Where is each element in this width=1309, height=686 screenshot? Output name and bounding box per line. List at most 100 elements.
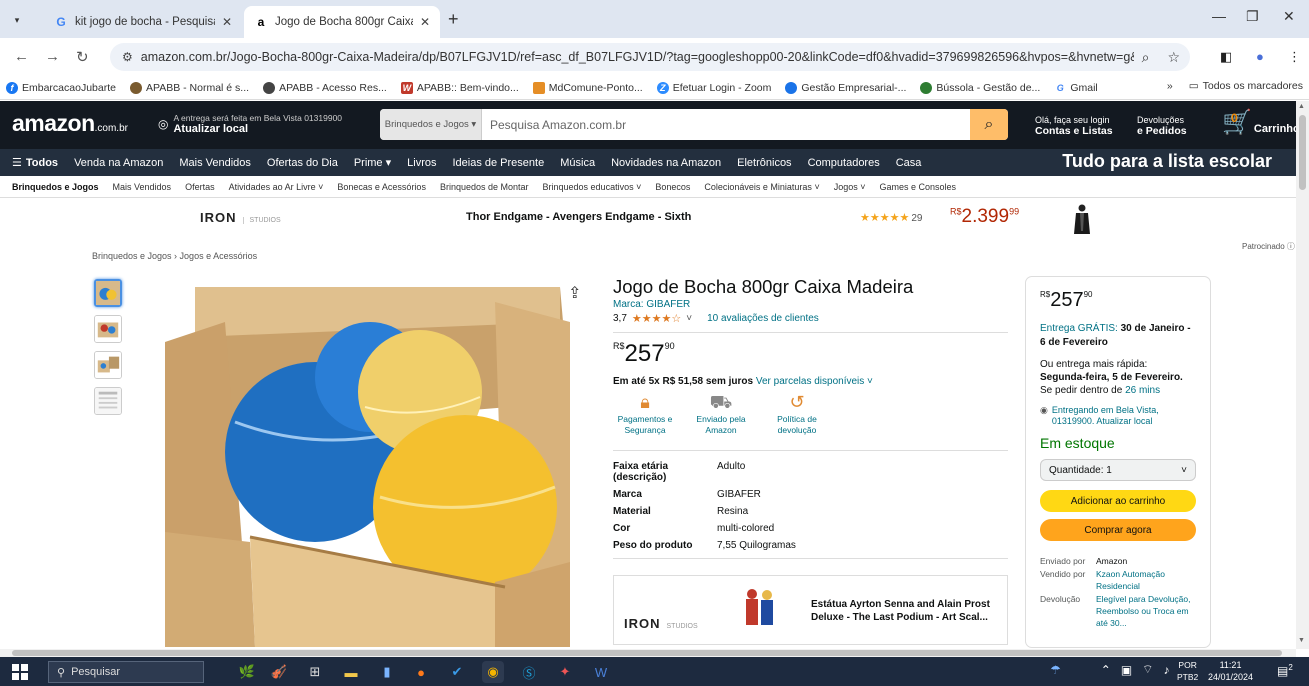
nav-item[interactable]: Mais Vendidos: [179, 157, 251, 169]
windows-start-icon[interactable]: [12, 664, 28, 680]
profile-icon[interactable]: ●: [1256, 49, 1264, 64]
url-field[interactable]: ⚙ amazon.com.br/Jogo-Bocha-800gr-Caixa-M…: [110, 43, 1190, 71]
product-main-image[interactable]: [165, 282, 575, 647]
wifi-icon[interactable]: ⌔: [1142, 662, 1153, 677]
cart-button[interactable]: 🛒 0 Carrinho: [1222, 111, 1300, 136]
chrome-icon[interactable]: ◉: [482, 661, 504, 683]
promo-banner[interactable]: Tudo para a lista escolar: [1062, 151, 1272, 172]
minimize-button[interactable]: —: [1212, 8, 1226, 24]
todo-icon[interactable]: ✔: [446, 661, 468, 683]
volume-icon[interactable]: ♪: [1163, 663, 1169, 677]
rating-stars[interactable]: ★★★★☆: [632, 312, 681, 325]
task-view-icon[interactable]: ⊞: [304, 661, 326, 683]
bookmark-item[interactable]: MdComune-Ponto...: [532, 81, 643, 94]
subnav-item-dropdown[interactable]: Brinquedos educativos ˅: [543, 182, 642, 192]
tray-chevron-icon[interactable]: ⌃: [1101, 663, 1111, 677]
side-panel-icon[interactable]: ◧: [1220, 49, 1232, 65]
scroll-up-icon[interactable]: ▲: [1298, 103, 1305, 110]
bookmark-item[interactable]: APABB - Normal é s...: [129, 81, 249, 94]
installments-link[interactable]: Ver parcelas disponíveis: [756, 376, 864, 387]
bookmark-item[interactable]: W APABB:: Bem-vindo...: [400, 81, 519, 94]
tab-amazon-product[interactable]: a Jogo de Bocha 800gr Caixa Mad ✕: [244, 6, 440, 38]
search-input[interactable]: Pesquisa Amazon.com.br: [482, 109, 970, 140]
scroll-down-icon[interactable]: ▼: [1298, 637, 1305, 644]
account-menu[interactable]: Olá, faça seu login Contas e Listas: [1035, 115, 1113, 137]
violin-widget-icon[interactable]: 🎻: [268, 661, 290, 683]
nav-item[interactable]: Livros: [407, 157, 436, 169]
bookmark-star-icon[interactable]: ☆: [1167, 49, 1180, 66]
badge-return[interactable]: ↺ Política de devolução: [765, 393, 829, 436]
thumbnail[interactable]: [94, 279, 122, 307]
plant-widget-icon[interactable]: 🌿: [236, 661, 258, 683]
badge-payment[interactable]: 🔒︎ Pagamentos e Segurança: [613, 393, 677, 436]
file-explorer-icon[interactable]: ▬: [340, 661, 362, 683]
app-icon[interactable]: ✦: [554, 661, 576, 683]
nav-item[interactable]: Casa: [896, 157, 922, 169]
back-button[interactable]: ←: [14, 48, 29, 65]
add-to-cart-button[interactable]: Adicionar ao carrinho: [1040, 490, 1196, 512]
all-menu-button[interactable]: ☰ Todos: [12, 156, 58, 170]
nav-item[interactable]: Venda na Amazon: [74, 157, 163, 169]
zoom-icon[interactable]: ⌕: [1142, 49, 1150, 66]
nav-item[interactable]: Ofertas do Dia: [267, 157, 338, 169]
sponsored-ad-strip[interactable]: IRON STUDIOS Thor Endgame - Avengers Endg…: [0, 199, 1296, 239]
vertical-scrollbar[interactable]: ▲ ▼: [1296, 101, 1309, 649]
clock[interactable]: 11:21 24/01/2024: [1208, 659, 1253, 683]
breadcrumb[interactable]: Brinquedos e Jogos › Jogos e Acessórios: [92, 251, 257, 261]
bookmark-item[interactable]: Gestão Empresarial-...: [785, 81, 906, 94]
bookmark-item[interactable]: Z Efetuar Login - Zoom: [656, 81, 771, 94]
installments-chevron-icon[interactable]: ˅: [867, 376, 873, 387]
network-icon[interactable]: ▣: [1121, 663, 1132, 677]
subnav-item-dropdown[interactable]: Colecionáveis e Miniaturas ˅: [704, 182, 819, 192]
reload-button[interactable]: ↻: [76, 48, 89, 66]
scrollbar-thumb[interactable]: [12, 650, 1282, 656]
thumbnail[interactable]: [94, 351, 122, 379]
thumbnail[interactable]: [94, 315, 122, 343]
delivery-location-link[interactable]: ◉ Entregando em Bela Vista, 01319900. Atu…: [1040, 405, 1196, 427]
reviews-link[interactable]: 10 avaliações de clientes: [707, 313, 819, 324]
subnav-item-dropdown[interactable]: Jogos ˅: [834, 182, 866, 192]
return-policy-link[interactable]: Elegível para Devolução, Reembolso ou Tr…: [1096, 593, 1196, 629]
bookmark-item[interactable]: Bússola - Gestão de...: [920, 81, 1040, 94]
search-category-select[interactable]: Brinquedos e Jogos ▾: [380, 109, 482, 140]
close-window-button[interactable]: ✕: [1283, 8, 1295, 25]
ad-product-image[interactable]: [1073, 203, 1091, 235]
notifications-icon[interactable]: ▤2: [1277, 663, 1293, 678]
nav-item[interactable]: Ideias de Presente: [452, 157, 544, 169]
nav-item[interactable]: Computadores: [808, 157, 880, 169]
close-tab-icon[interactable]: ✕: [222, 15, 232, 29]
sponsored-product-ad[interactable]: IRON STUDIOS Estátua Ayrton Senna and Ala…: [613, 575, 1008, 645]
weather-icon[interactable]: ☂: [1050, 663, 1061, 677]
horizontal-scrollbar[interactable]: [0, 649, 1296, 657]
nav-item[interactable]: Novidades na Amazon: [611, 157, 721, 169]
site-info-icon[interactable]: ⚙: [122, 50, 133, 64]
subnav-item[interactable]: Mais Vendidos: [113, 182, 172, 192]
subnav-item[interactable]: Brinquedos e Jogos: [12, 182, 99, 192]
language-indicator[interactable]: POR PTB2: [1177, 659, 1198, 683]
delivery-location[interactable]: ◎ A entrega será feita em Bela Vista 013…: [158, 113, 342, 135]
close-tab-icon[interactable]: ✕: [420, 15, 430, 29]
forward-button[interactable]: →: [45, 48, 60, 65]
new-tab-button[interactable]: +: [448, 9, 459, 30]
document-icon[interactable]: ▮: [376, 661, 398, 683]
rating-chevron-icon[interactable]: ˅: [686, 313, 692, 324]
scrollbar-thumb[interactable]: [1299, 115, 1306, 190]
amazon-logo[interactable]: amazon.com.br: [12, 110, 128, 137]
search-button[interactable]: ⌕: [970, 109, 1008, 140]
subnav-item[interactable]: Games e Consoles: [880, 182, 957, 192]
seller-link[interactable]: Kzaon Automação Residencial: [1096, 568, 1196, 592]
restore-button[interactable]: ❐: [1246, 8, 1259, 25]
thumbnail[interactable]: [94, 387, 122, 415]
delivery-prefix[interactable]: Entrega GRÁTIS:: [1040, 323, 1118, 334]
share-icon[interactable]: ⇪: [568, 283, 581, 303]
buy-now-button[interactable]: Comprar agora: [1040, 519, 1196, 541]
skype-icon[interactable]: Ⓢ: [518, 661, 540, 683]
subnav-item[interactable]: Ofertas: [185, 182, 215, 192]
firefox-icon[interactable]: ●: [410, 661, 432, 683]
nav-item-prime[interactable]: Prime ▾: [354, 156, 391, 169]
tab-google-search[interactable]: G kit jogo de bocha - Pesquisa Go ✕: [44, 6, 242, 38]
taskbar-search[interactable]: ⚲ Pesquisar: [48, 661, 204, 683]
menu-icon[interactable]: ⋮: [1288, 49, 1301, 65]
nav-item[interactable]: Música: [560, 157, 595, 169]
product-brand-link[interactable]: Marca: GIBAFER: [613, 299, 1008, 310]
